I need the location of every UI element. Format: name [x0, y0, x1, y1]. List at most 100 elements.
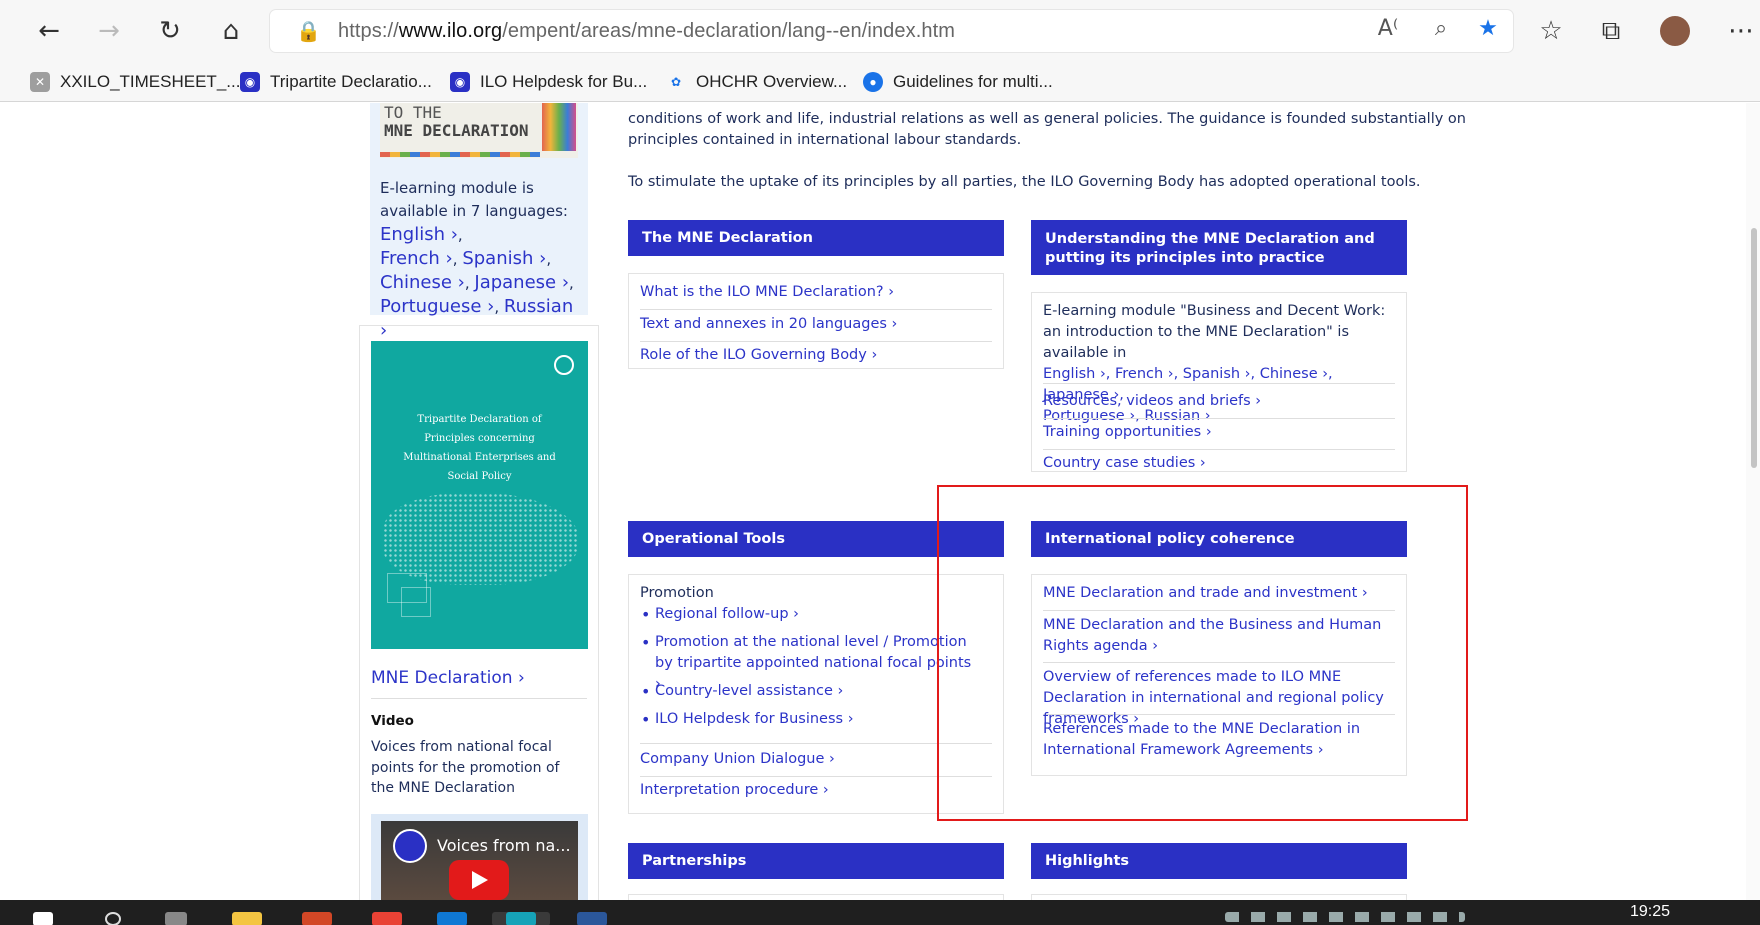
task-view-icon[interactable] — [165, 912, 187, 925]
lang-link-french[interactable]: French › — [380, 248, 453, 269]
url-scheme: https:// — [338, 20, 399, 42]
cover-stripe — [380, 152, 540, 157]
search-icon[interactable] — [105, 912, 121, 925]
ilo-icon: ◉ — [450, 72, 470, 92]
page-scrollbar[interactable] — [1746, 103, 1760, 900]
country-case-studies-link[interactable]: Country case studies › — [1043, 453, 1395, 474]
video-label: Video — [371, 713, 414, 729]
url-text[interactable]: https://www.ilo.org/empent/areas/mne-dec… — [338, 20, 955, 43]
country-assistance-link[interactable]: Country-level assistance › — [641, 681, 843, 702]
cover-line1: TO THE — [384, 103, 442, 122]
resources-link[interactable]: Resources, videos and briefs › — [1043, 391, 1395, 419]
fav-ohchr[interactable]: ✿ OHCHR Overview... — [666, 70, 847, 94]
intro-line2: principles contained in international la… — [628, 132, 1022, 148]
highlights-header: Highlights — [1031, 843, 1407, 879]
understanding-box: E-learning module "Business and Decent W… — [1031, 292, 1407, 472]
clock[interactable]: 19:25 — [1630, 903, 1670, 921]
text-annexes-link[interactable]: Text and annexes in 20 languages › — [640, 314, 992, 342]
globe-icon: ● — [863, 72, 883, 92]
word-icon[interactable] — [577, 912, 607, 925]
fav-label: Tripartite Declaratio... — [270, 72, 432, 91]
course-cover-image[interactable]: TO THE MNE DECLARATION — [380, 103, 578, 158]
elearning-description: E-learning module is available in 7 lang… — [380, 179, 574, 341]
read-aloud-icon[interactable]: A⁽ — [1373, 16, 1403, 41]
fav-tripartite[interactable]: ◉ Tripartite Declaratio... — [240, 70, 432, 94]
url-host: www.ilo.org — [398, 20, 503, 42]
governing-body-link[interactable]: Role of the ILO Governing Body › — [640, 345, 992, 366]
powerpoint-icon[interactable] — [302, 912, 332, 925]
fav-label: ILO Helpdesk for Bu... — [480, 72, 648, 91]
annotation-highlight-rectangle — [937, 485, 1468, 821]
refresh-icon[interactable]: ↻ — [150, 11, 190, 51]
address-bar[interactable]: 🔒 https://www.ilo.org/empent/areas/mne-d… — [270, 10, 1513, 52]
partnerships-header: Partnerships — [628, 843, 1004, 879]
elearning-text: E-learning module is available in 7 lang… — [380, 179, 568, 220]
elearning-card: TO THE MNE DECLARATION E-learning module… — [370, 103, 588, 341]
training-link[interactable]: Training opportunities › — [1043, 422, 1395, 450]
fav-timesheet[interactable]: ✕ XXILO_TIMESHEET_... — [30, 70, 240, 94]
youtube-play-button[interactable] — [449, 860, 509, 900]
home-icon[interactable]: ⌂ — [211, 11, 251, 51]
fav-label: OHCHR Overview... — [696, 72, 848, 91]
fav-label: Guidelines for multi... — [893, 72, 1053, 91]
favorite-star-icon[interactable]: ★ — [1473, 16, 1503, 41]
url-path: /empent/areas/mne-declaration/lang--en/i… — [502, 20, 956, 42]
ilo-logo-icon — [554, 355, 574, 375]
lang-link-english[interactable]: English › — [380, 224, 458, 245]
video-thumbnail[interactable]: Voices from na... — [381, 821, 578, 900]
fav-helpdesk[interactable]: ◉ ILO Helpdesk for Bu... — [450, 70, 647, 94]
ilo-icon: ◉ — [240, 72, 260, 92]
lang-link-spanish[interactable]: Spanish › — [462, 248, 546, 269]
timesheet-icon: ✕ — [30, 72, 50, 92]
back-icon[interactable]: ← — [29, 11, 69, 51]
fav-guidelines[interactable]: ● Guidelines for multi... — [863, 70, 1053, 94]
world-map-dots — [383, 493, 579, 585]
forward-icon[interactable]: → — [89, 11, 129, 51]
profile-avatar[interactable] — [1655, 11, 1695, 51]
fav-label: XXILO_TIMESHEET_... — [60, 72, 241, 91]
collections-icon[interactable]: ⧉ — [1591, 11, 1631, 51]
video-card: Voices from na... — [371, 814, 588, 900]
zoom-icon[interactable]: ⌕ — [1426, 16, 1456, 41]
play-icon — [472, 871, 488, 889]
web-page: TO THE MNE DECLARATION E-learning module… — [0, 103, 1760, 900]
start-icon[interactable] — [33, 912, 53, 925]
cover-line2: MNE DECLARATION — [384, 121, 529, 140]
intro-line1: conditions of work and life, industrial … — [628, 111, 1466, 127]
lang-link-portuguese[interactable]: Portuguese › — [380, 296, 494, 317]
system-tray-icons[interactable] — [1225, 912, 1465, 922]
what-is-mne-link[interactable]: What is the ILO MNE Declaration? › — [640, 282, 992, 310]
favorites-bar: ✕ XXILO_TIMESHEET_... ◉ Tripartite Declara… — [0, 62, 1760, 102]
helpdesk-link[interactable]: ILO Helpdesk for Business › — [641, 709, 853, 730]
intro-paragraph: conditions of work and life, industrial … — [628, 109, 1466, 151]
elearning-module-row: E-learning module "Business and Decent W… — [1043, 301, 1395, 424]
declaration-book-cover[interactable]: Tripartite Declaration of Principles con… — [371, 341, 588, 649]
scroll-thumb[interactable] — [1751, 228, 1757, 468]
windows-taskbar: 19:25 — [0, 900, 1760, 925]
intro-tools-text: To stimulate the uptake of its principle… — [628, 174, 1421, 190]
edge-icon[interactable] — [492, 912, 550, 925]
mne-declaration-header: The MNE Declaration — [628, 220, 1004, 256]
mne-declaration-box: What is the ILO MNE Declaration? › Text … — [628, 273, 1004, 369]
mne-declaration-link[interactable]: MNE Declaration › — [371, 668, 525, 688]
video-title: Voices from na... — [437, 836, 571, 855]
outlook-icon[interactable] — [437, 912, 467, 925]
divider — [371, 698, 587, 699]
video-description: Voices from national focal points for th… — [371, 739, 560, 796]
ohchr-icon: ✿ — [670, 75, 682, 89]
ilo-channel-icon — [393, 829, 427, 863]
favorites-icon[interactable]: ☆ — [1531, 11, 1571, 51]
lang-link-chinese[interactable]: Chinese › — [380, 272, 465, 293]
regional-follow-up-link[interactable]: Regional follow-up › — [641, 604, 799, 625]
more-menu-icon[interactable]: ⋯ — [1721, 11, 1760, 51]
cover-people-illustration — [542, 103, 576, 151]
file-explorer-icon[interactable] — [232, 912, 262, 925]
elearning-module-text: E-learning module "Business and Decent W… — [1043, 303, 1386, 361]
book-title: Tripartite Declaration of Principles con… — [403, 414, 556, 482]
cover-square — [401, 587, 431, 617]
publication-card: Tripartite Declaration of Principles con… — [359, 325, 599, 900]
browser-toolbar: ← → ↻ ⌂ 🔒 https://www.ilo.org/empent/are… — [0, 0, 1760, 62]
lang-link-japanese[interactable]: Japanese › — [474, 272, 569, 293]
chrome-icon[interactable] — [372, 912, 402, 925]
lock-icon[interactable]: 🔒 — [296, 19, 321, 43]
